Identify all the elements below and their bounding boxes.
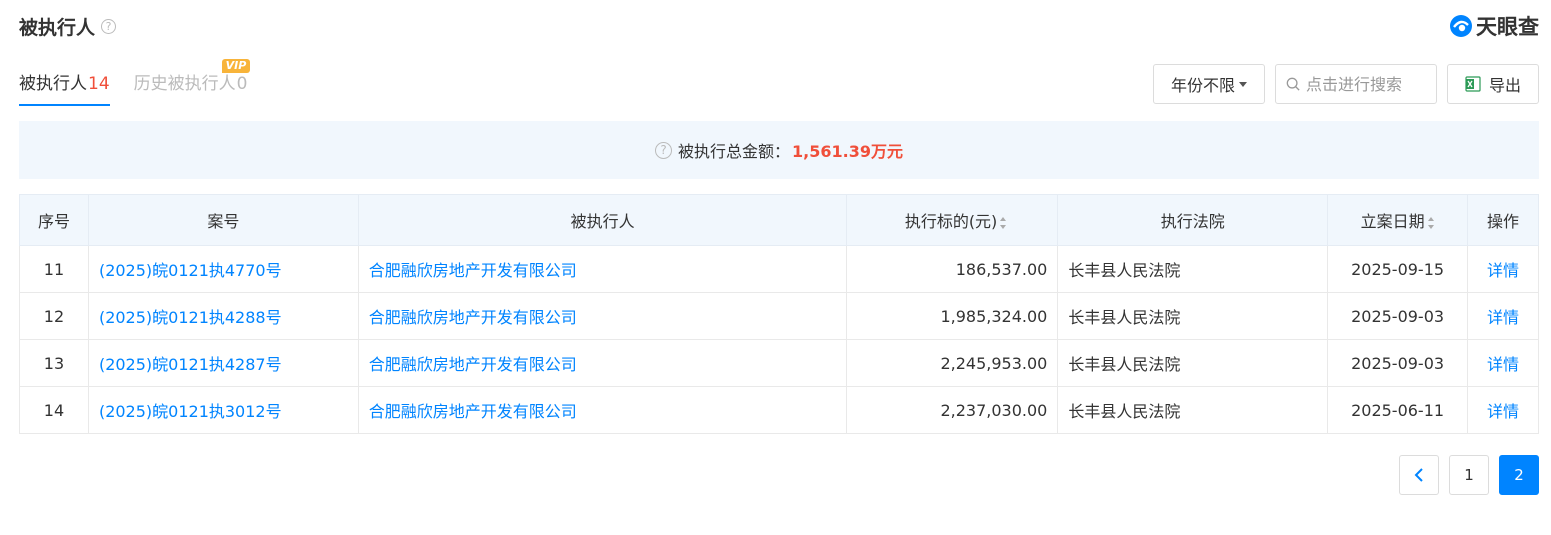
excel-icon bbox=[1465, 76, 1481, 92]
executed-person-table: 序号 案号 被执行人 执行标的(元) 执行法院 立案日期 操作 11 (2025… bbox=[19, 194, 1539, 434]
year-filter-value: 年份不限 bbox=[1170, 76, 1235, 95]
total-amount-summary: ? 被执行总金额： 1,561.39万元 bbox=[19, 121, 1539, 179]
help-icon[interactable]: ? bbox=[101, 18, 117, 34]
table-row: 12 (2025)皖0121执4288号 合肥融欣房地产开发有限公司 1,985… bbox=[19, 292, 1539, 340]
tab-bar: 被执行人14 历史被执行人0 VIP bbox=[19, 59, 271, 106]
tab-count: 14 bbox=[88, 74, 110, 94]
amount-cell: 186,537.00 bbox=[846, 245, 1059, 293]
tab-label: 被执行人 bbox=[19, 74, 87, 94]
tab-history-executed-person[interactable]: 历史被执行人0 VIP bbox=[133, 59, 251, 106]
page-header: 被执行人 ? bbox=[19, 12, 117, 40]
court-cell: 长丰县人民法院 bbox=[1057, 339, 1329, 387]
summary-label: 被执行总金额： bbox=[678, 142, 791, 161]
pagination: 1 2 bbox=[1389, 455, 1539, 495]
sort-icon[interactable] bbox=[1000, 216, 1007, 229]
detail-link[interactable]: 详情 bbox=[1467, 339, 1539, 387]
case-number-link[interactable]: (2025)皖0121执3012号 bbox=[87, 386, 359, 434]
row-index: 14 bbox=[19, 386, 89, 434]
page-title: 被执行人 bbox=[19, 16, 96, 39]
amount-cell: 2,245,953.00 bbox=[846, 339, 1059, 387]
case-number-link[interactable]: (2025)皖0121执4288号 bbox=[87, 292, 359, 340]
detail-link[interactable]: 详情 bbox=[1467, 292, 1539, 340]
tianyancha-logo[interactable]: 天眼查 bbox=[1449, 12, 1539, 40]
case-number-link[interactable]: (2025)皖0121执4770号 bbox=[87, 245, 359, 293]
case-number-link[interactable]: (2025)皖0121执4287号 bbox=[87, 339, 359, 387]
table-row: 11 (2025)皖0121执4770号 合肥融欣房地产开发有限公司 186,5… bbox=[19, 245, 1539, 293]
column-header-court: 执行法院 bbox=[1057, 194, 1329, 246]
date-cell: 2025-09-03 bbox=[1327, 292, 1469, 340]
column-header-amount-label: 执行标的(元) bbox=[904, 212, 998, 231]
page-button-1[interactable]: 1 bbox=[1449, 455, 1489, 495]
party-link[interactable]: 合肥融欣房地产开发有限公司 bbox=[357, 245, 848, 293]
table-header-row: 序号 案号 被执行人 执行标的(元) 执行法院 立案日期 操作 bbox=[19, 194, 1539, 246]
year-filter-select[interactable]: 年份不限 bbox=[1153, 64, 1265, 104]
column-header-amount[interactable]: 执行标的(元) bbox=[846, 194, 1059, 246]
toolbar: 年份不限 导出 bbox=[1143, 64, 1539, 104]
column-header-date[interactable]: 立案日期 bbox=[1327, 194, 1469, 246]
column-header-action: 操作 bbox=[1467, 194, 1539, 246]
date-cell: 2025-09-15 bbox=[1327, 245, 1469, 293]
export-label: 导出 bbox=[1488, 76, 1521, 95]
eye-logo-icon bbox=[1450, 15, 1472, 37]
column-header-index: 序号 bbox=[19, 194, 89, 246]
row-index: 13 bbox=[19, 339, 89, 387]
amount-cell: 1,985,324.00 bbox=[846, 292, 1059, 340]
chevron-left-icon bbox=[1414, 468, 1423, 482]
search-icon bbox=[1286, 77, 1300, 91]
tab-executed-person[interactable]: 被执行人14 bbox=[19, 62, 110, 106]
search-box[interactable] bbox=[1275, 64, 1437, 104]
detail-link[interactable]: 详情 bbox=[1467, 386, 1539, 434]
date-cell: 2025-09-03 bbox=[1327, 339, 1469, 387]
sort-icon[interactable] bbox=[1427, 216, 1435, 229]
detail-link[interactable]: 详情 bbox=[1467, 245, 1539, 293]
tab-count: 0 bbox=[236, 74, 248, 94]
tab-label: 历史被执行人 bbox=[133, 74, 236, 94]
court-cell: 长丰县人民法院 bbox=[1057, 292, 1329, 340]
row-index: 12 bbox=[19, 292, 89, 340]
vip-badge: VIP bbox=[221, 59, 251, 73]
column-header-party: 被执行人 bbox=[357, 194, 848, 246]
party-link[interactable]: 合肥融欣房地产开发有限公司 bbox=[357, 339, 848, 387]
court-cell: 长丰县人民法院 bbox=[1057, 386, 1329, 434]
logo-text: 天眼查 bbox=[1476, 15, 1539, 39]
table-row: 13 (2025)皖0121执4287号 合肥融欣房地产开发有限公司 2,245… bbox=[19, 339, 1539, 387]
page-button-2[interactable]: 2 bbox=[1499, 455, 1539, 495]
help-icon[interactable]: ? bbox=[655, 141, 672, 159]
export-button[interactable]: 导出 bbox=[1447, 64, 1539, 104]
column-header-case-no: 案号 bbox=[87, 194, 359, 246]
column-header-date-label: 立案日期 bbox=[1360, 212, 1425, 231]
prev-page-button[interactable] bbox=[1399, 455, 1439, 495]
search-input[interactable] bbox=[1306, 74, 1426, 94]
court-cell: 长丰县人民法院 bbox=[1057, 245, 1329, 293]
row-index: 11 bbox=[19, 245, 89, 293]
caret-down-icon bbox=[1239, 81, 1247, 87]
summary-amount: 1,561.39万元 bbox=[792, 142, 903, 161]
party-link[interactable]: 合肥融欣房地产开发有限公司 bbox=[357, 292, 848, 340]
date-cell: 2025-06-11 bbox=[1327, 386, 1469, 434]
table-row: 14 (2025)皖0121执3012号 合肥融欣房地产开发有限公司 2,237… bbox=[19, 386, 1539, 434]
party-link[interactable]: 合肥融欣房地产开发有限公司 bbox=[357, 386, 848, 434]
amount-cell: 2,237,030.00 bbox=[846, 386, 1059, 434]
